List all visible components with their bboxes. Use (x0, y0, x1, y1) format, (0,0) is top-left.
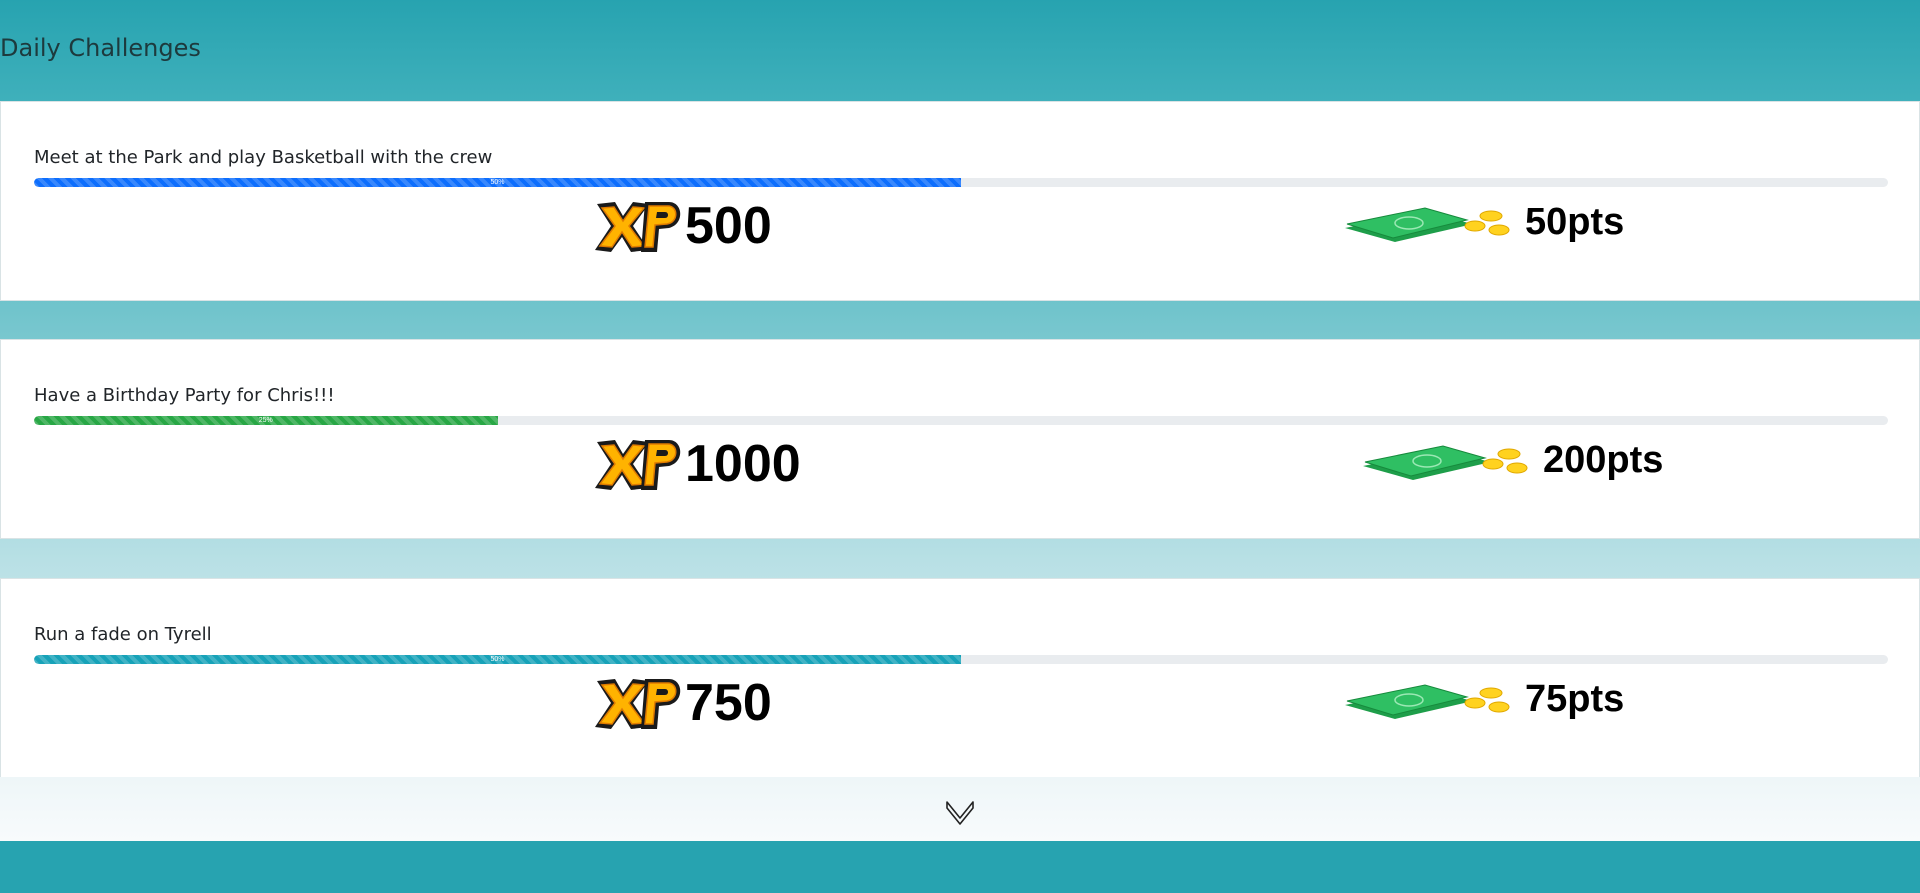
cash-coins-icon (1363, 445, 1528, 480)
progress-label: 50% (490, 179, 505, 186)
progress-fill: 50% (34, 178, 961, 187)
progress-label: 50% (490, 656, 505, 663)
progress-fill: 25% (34, 416, 498, 425)
challenge-title: Have a Birthday Party for Chris!!! (34, 385, 335, 406)
page-header: Daily Challenges (0, 0, 1920, 101)
progress-bar: 25% (34, 416, 1888, 425)
cash-coins-icon (1345, 684, 1510, 719)
challenge-title: Run a fade on Tyrell (34, 624, 212, 645)
page-title: Daily Challenges (0, 34, 201, 62)
points-value: 75pts (1525, 678, 1625, 720)
cash-coins-icon (1345, 207, 1510, 242)
challenge-card[interactable]: Have a Birthday Party for Chris!!! 25% 1… (0, 339, 1920, 539)
progress-fill: 50% (34, 655, 961, 664)
bottom-bar (0, 841, 1920, 893)
progress-bar: 50% (34, 655, 1888, 664)
chevron-down-icon[interactable] (944, 794, 976, 826)
xp-badge-icon (595, 440, 681, 490)
points-value: 50pts (1525, 201, 1625, 243)
progress-bar: 50% (34, 178, 1888, 187)
challenge-card[interactable]: Meet at the Park and play Basketball wit… (0, 101, 1920, 301)
xp-value: 1000 (685, 435, 801, 493)
progress-label: 25% (258, 417, 273, 424)
xp-badge-icon (595, 679, 681, 729)
xp-value: 750 (685, 674, 772, 732)
xp-value: 500 (685, 197, 772, 255)
points-value: 200pts (1543, 439, 1664, 481)
challenge-title: Meet at the Park and play Basketball wit… (34, 147, 493, 168)
scroll-footer (0, 777, 1920, 841)
xp-badge-icon (595, 202, 681, 252)
challenge-card[interactable]: Run a fade on Tyrell 50% 750 75pts (0, 578, 1920, 778)
